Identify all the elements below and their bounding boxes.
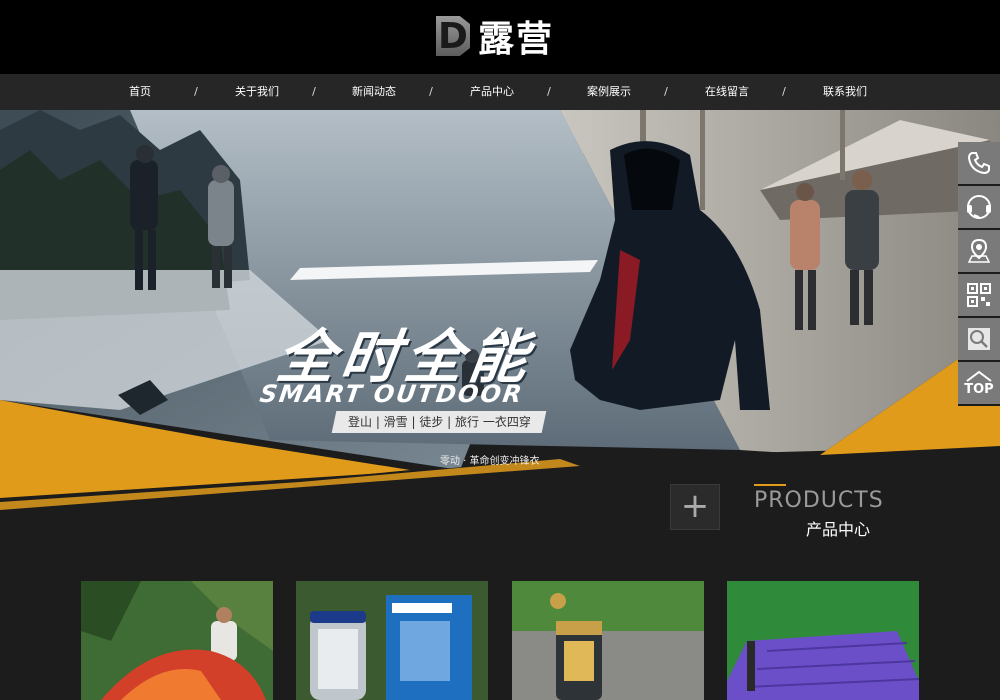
qr-code-icon bbox=[967, 283, 991, 307]
banner-subhead: SMART OUTDOOR bbox=[258, 380, 526, 408]
product-card-tent[interactable] bbox=[81, 581, 273, 700]
product-image-lantern bbox=[296, 581, 488, 700]
product-card-flashlight[interactable] bbox=[512, 581, 704, 700]
side-location-button[interactable] bbox=[958, 230, 1000, 274]
products-title-en: PRODUCTS bbox=[754, 488, 884, 513]
banner-caption: 零动 · 革命创变冲锋衣 bbox=[440, 456, 540, 467]
nav-item-contact[interactable]: 联系我们 bbox=[823, 74, 867, 110]
nav-item-about[interactable]: 关于我们 bbox=[235, 74, 279, 110]
back-to-top-label: TOP bbox=[964, 381, 994, 397]
nav-separator: / bbox=[194, 85, 198, 98]
product-image-flashlight bbox=[512, 581, 704, 700]
nav-separator: / bbox=[664, 85, 668, 98]
back-to-top-button[interactable]: TOP bbox=[958, 362, 1000, 406]
nav-item-products[interactable]: 产品中心 bbox=[470, 74, 514, 110]
side-qrcode-button[interactable] bbox=[958, 274, 1000, 318]
banner-tagline-text: 登山 | 滑雪 | 徒步 | 旅行 一衣四穿 bbox=[347, 415, 531, 429]
product-image-tent bbox=[81, 581, 273, 700]
site-header: D 露营 bbox=[0, 0, 1000, 74]
hero-banner[interactable]: 全时全能 SMART OUTDOOR 登山 | 滑雪 | 徒步 | 旅行 一衣四… bbox=[0, 110, 1000, 510]
main-nav: 首页 / 关于我们 / 新闻动态 / 产品中心 / 案例展示 / 在线留言 / … bbox=[0, 74, 1000, 110]
nav-item-cases[interactable]: 案例展示 bbox=[587, 74, 631, 110]
products-more-button[interactable]: + bbox=[670, 484, 720, 530]
nav-item-message[interactable]: 在线留言 bbox=[705, 74, 749, 110]
side-service-button[interactable] bbox=[958, 186, 1000, 230]
banner-tagline: 登山 | 滑雪 | 徒步 | 旅行 一衣四穿 bbox=[331, 411, 547, 433]
search-icon bbox=[968, 328, 990, 350]
phone-icon bbox=[967, 152, 990, 175]
location-pin-icon bbox=[967, 238, 991, 263]
site-logo[interactable]: D 露营 bbox=[436, 14, 554, 60]
customer-service-icon bbox=[967, 195, 991, 219]
product-image-sleeping-pad bbox=[727, 581, 919, 700]
nav-separator: / bbox=[429, 85, 433, 98]
side-search-button[interactable] bbox=[958, 318, 1000, 362]
nav-item-news[interactable]: 新闻动态 bbox=[352, 74, 396, 110]
chevron-up-icon bbox=[966, 370, 992, 382]
products-title-cn: 产品中心 bbox=[806, 520, 871, 539]
nav-separator: / bbox=[312, 85, 316, 98]
nav-item-home[interactable]: 首页 bbox=[129, 74, 151, 110]
nav-separator: / bbox=[782, 85, 786, 98]
nav-separator: / bbox=[547, 85, 551, 98]
logo-mark: D bbox=[436, 16, 470, 56]
product-card-lantern[interactable] bbox=[296, 581, 488, 700]
logo-text: 露营 bbox=[478, 19, 555, 60]
products-accent-line bbox=[754, 484, 786, 486]
product-card-sleeping-pad[interactable] bbox=[727, 581, 919, 700]
side-phone-button[interactable] bbox=[958, 142, 1000, 186]
